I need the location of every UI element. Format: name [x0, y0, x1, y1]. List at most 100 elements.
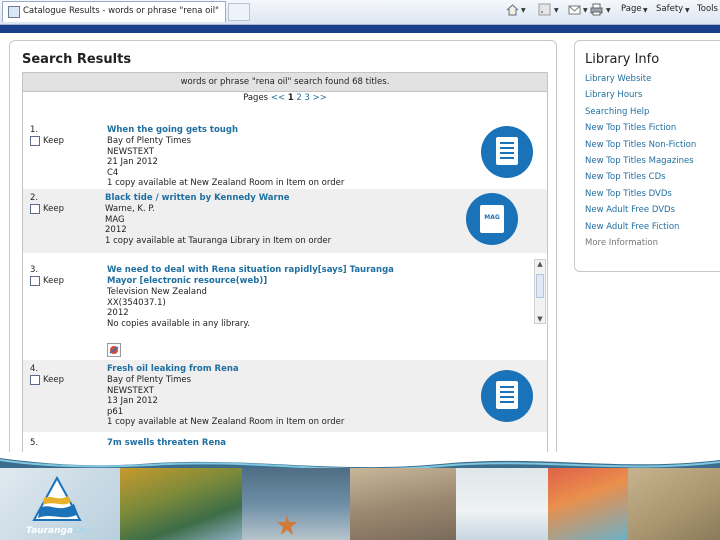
record-date: 2012 [105, 225, 127, 235]
umbrella-photo [548, 468, 628, 540]
print-icon[interactable] [590, 3, 603, 16]
record-call-number: XX(354037.1) [107, 297, 166, 308]
record-details: Television New Zealand XX(354037.1) 2012… [107, 287, 250, 329]
scroll-down-icon[interactable]: ▼ [536, 315, 544, 323]
feed-dropdown-icon[interactable]: ▼ [554, 7, 559, 14]
record-source: Bay of Plenty Times [107, 136, 192, 146]
pages-label: Pages [243, 93, 269, 103]
searching-help-link[interactable]: Searching Help [585, 107, 720, 123]
keep-label: Keep [43, 204, 65, 214]
page-links[interactable]: 2 3 [296, 93, 310, 103]
new-cds-link[interactable]: New Top Titles CDs [585, 172, 720, 188]
adult-free-dvds-link[interactable]: New Adult Free DVDs [585, 205, 720, 221]
record-title-link[interactable]: 7m swells threaten Rena [107, 438, 226, 448]
list-item: 2. Keep Black tide / written by Kennedy … [23, 189, 547, 253]
record-number: 5. [30, 438, 39, 448]
record-details: Bay of Plenty Times NEWSTEXT 13 Jan 2012… [107, 375, 344, 428]
new-dvds-link[interactable]: New Top Titles DVDs [585, 189, 720, 205]
browser-tab[interactable]: Catalogue Results - words or phrase "ren… [2, 1, 226, 22]
record-availability: No copies available in any library. [107, 318, 250, 329]
library-website-link[interactable]: Library Website [585, 74, 720, 90]
logo-word: Tauranga [26, 526, 73, 536]
new-tab-button[interactable] [228, 3, 250, 21]
search-summary: words or phrase "rena oil" search found … [23, 73, 547, 92]
feed-icon[interactable] [538, 3, 551, 16]
list-item: 3. Keep We need to deal with Rena situat… [23, 261, 547, 357]
record-type: NEWSTEXT [107, 385, 154, 396]
record-date: 13 Jan 2012 [107, 396, 158, 406]
record-details: Bay of Plenty Times NEWSTEXT 21 Jan 2012… [107, 136, 344, 189]
record-availability: 1 copy available at New Zealand Room in … [107, 178, 345, 188]
mail-dropdown-icon[interactable]: ▼ [583, 7, 588, 14]
tools-menu[interactable]: Tools [697, 4, 718, 14]
record-title-link[interactable]: Fresh oil leaking from Rena [107, 364, 239, 374]
coast-photo [628, 468, 720, 540]
starfish-icon [277, 515, 297, 535]
next-page-link[interactable]: >> [313, 93, 327, 103]
record-type: NEWSTEXT [107, 146, 154, 157]
record-details: Warne, K. P. MAG 2012 1 copy available a… [105, 204, 331, 246]
record-source: Bay of Plenty Times [107, 375, 192, 385]
keep-option: Keep [30, 136, 64, 147]
adult-free-fiction-link[interactable]: New Adult Free Fiction [585, 222, 720, 238]
print-dropdown-icon[interactable]: ▼ [606, 7, 611, 14]
page-menu-arrow-icon[interactable]: ▼ [643, 7, 648, 14]
library-hours-link[interactable]: Library Hours [585, 90, 720, 106]
newspaper-icon[interactable] [481, 126, 533, 178]
more-information-link[interactable]: More Information [585, 238, 720, 254]
magazine-icon[interactable]: MAG [466, 193, 518, 245]
record-type: MAG [105, 214, 125, 225]
web-resource-icon[interactable] [107, 343, 121, 357]
record-number: 2. [30, 193, 39, 203]
keep-label: Keep [43, 136, 65, 146]
tab-title: Catalogue Results - words or phrase "ren… [23, 6, 219, 16]
current-page: 1 [287, 93, 294, 103]
newspaper-icon[interactable] [481, 370, 533, 422]
page-menu[interactable]: Page [621, 4, 642, 14]
record-availability: 1 copy available at New Zealand Room in … [107, 417, 345, 427]
magazine-format-label: MAG [480, 205, 504, 233]
keep-checkbox[interactable] [30, 204, 40, 214]
logo-wordmark: TaurangaCity [26, 526, 91, 536]
record-author: Warne, K. P. [105, 204, 155, 214]
page-favicon-icon [8, 6, 20, 18]
results-scrollbar[interactable]: ▲ ▼ [534, 259, 546, 324]
scroll-up-icon[interactable]: ▲ [536, 260, 544, 268]
keep-checkbox[interactable] [30, 276, 40, 286]
keep-checkbox[interactable] [30, 375, 40, 385]
list-item: 4. Keep Fresh oil leaking from Rena Bay … [23, 360, 547, 432]
page-title: Search Results [22, 52, 132, 67]
previous-page-link[interactable]: << [271, 93, 285, 103]
keep-label: Keep [43, 276, 65, 286]
mail-icon[interactable] [568, 3, 581, 16]
footer-banner: TaurangaCity [0, 452, 720, 540]
new-fiction-link[interactable]: New Top Titles Fiction [585, 123, 720, 139]
keep-label: Keep [43, 375, 65, 385]
record-title-link[interactable]: Black tide / written by Kennedy Warne [105, 193, 290, 203]
record-title-link[interactable]: When the going gets tough [107, 125, 238, 135]
scroll-thumb[interactable] [536, 274, 544, 298]
new-nonfiction-link[interactable]: New Top Titles Non-Fiction [585, 140, 720, 156]
safety-menu-arrow-icon[interactable]: ▼ [685, 7, 690, 14]
home-icon[interactable] [506, 3, 519, 16]
sand-photo [456, 468, 548, 540]
safety-menu[interactable]: Safety [656, 4, 683, 14]
keep-option: Keep [30, 204, 64, 215]
list-item: 1. Keep When the going gets tough Bay of… [23, 121, 547, 189]
record-date: 2012 [107, 308, 129, 318]
record-date: 21 Jan 2012 [107, 157, 158, 167]
home-dropdown-icon[interactable]: ▼ [521, 7, 526, 14]
palm-photo [120, 468, 242, 540]
results-list: words or phrase "rena oil" search found … [22, 72, 548, 460]
pagination: Pages << 1 2 3 >> [23, 93, 547, 107]
new-magazines-link[interactable]: New Top Titles Magazines [585, 156, 720, 172]
record-title-link[interactable]: We need to deal with Rena situation rapi… [107, 265, 394, 275]
browser-toolbar: Catalogue Results - words or phrase "ren… [0, 0, 720, 25]
record-availability: 1 copy available at Tauranga Library in … [105, 235, 332, 246]
keep-checkbox[interactable] [30, 136, 40, 146]
keep-option: Keep [30, 375, 64, 386]
record-page: p61 [107, 406, 124, 417]
library-info-panel: Library Info Library Website Library Hou… [574, 40, 720, 272]
shells-photo [350, 468, 456, 540]
record-title-link-cont[interactable]: Mayor [electronic resource(web)] [107, 276, 267, 286]
